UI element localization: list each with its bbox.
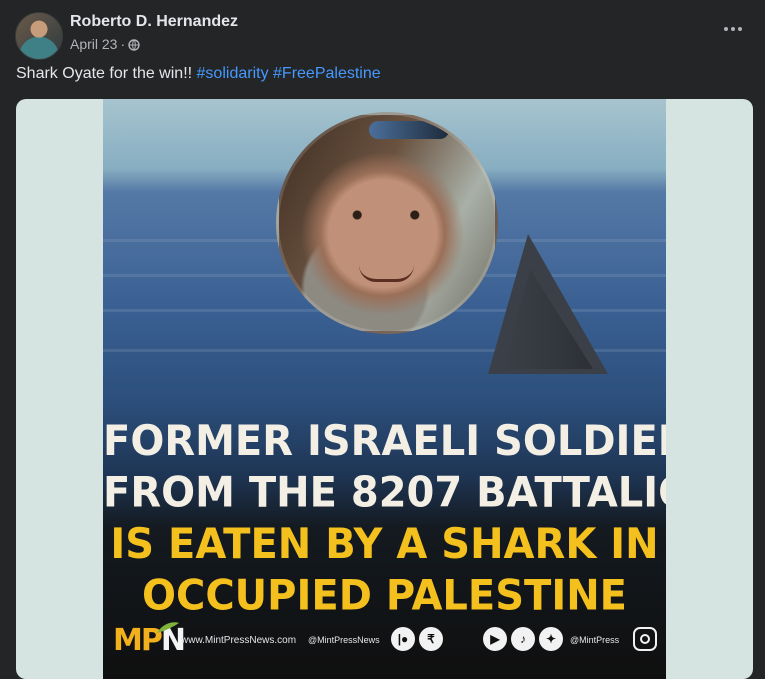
website-url: www.MintPressNews.com bbox=[181, 635, 297, 646]
post-meta: April 23 · bbox=[70, 36, 140, 52]
youtube-icon: ▶ bbox=[483, 627, 507, 651]
author-name[interactable]: Roberto D. Hernandez bbox=[70, 13, 238, 31]
image-footer: MPN www.MintPressNews.com @MintPressNews… bbox=[103, 619, 666, 679]
headline: FORMER ISRAELI SOLDIER FROM THE 8207 BAT… bbox=[103, 416, 666, 622]
sunglasses bbox=[369, 121, 449, 139]
eyes bbox=[341, 210, 431, 220]
headline-line-2: FROM THE 8207 BATTALION bbox=[103, 468, 666, 517]
twitter-icon: ✦ bbox=[539, 627, 563, 651]
leaf-icon bbox=[157, 622, 179, 633]
more-options-icon[interactable] bbox=[719, 17, 747, 41]
patreon-icon: |● bbox=[391, 627, 415, 651]
post-media-frame[interactable]: FORMER ISRAELI SOLDIER FROM THE 8207 BAT… bbox=[16, 99, 753, 679]
meta-separator: · bbox=[120, 36, 126, 52]
post-image[interactable]: FORMER ISRAELI SOLDIER FROM THE 8207 BAT… bbox=[103, 99, 666, 679]
handle-right: @MintPress bbox=[570, 635, 620, 645]
instagram-icon bbox=[633, 627, 657, 651]
globe-icon[interactable] bbox=[128, 38, 140, 51]
rupee-icon: ₹ bbox=[419, 627, 443, 651]
hashtag-freepalestine[interactable]: #FreePalestine bbox=[273, 65, 381, 82]
post-date[interactable]: April 23 bbox=[70, 36, 117, 52]
soldier-portrait bbox=[276, 112, 498, 334]
caption-text: Shark Oyate for the win!! bbox=[16, 65, 193, 82]
headline-line-3: IS EATEN BY A SHARK IN bbox=[110, 520, 659, 569]
hashtag-solidarity[interactable]: #solidarity bbox=[197, 65, 269, 82]
tiktok-icon: ♪ bbox=[511, 627, 535, 651]
smile bbox=[359, 265, 414, 282]
handle-left: @MintPressNews bbox=[308, 635, 380, 645]
mintpress-logo: MPN bbox=[113, 622, 186, 658]
author-avatar[interactable] bbox=[15, 12, 63, 60]
post-caption: Shark Oyate for the win!! #solidarity #F… bbox=[16, 65, 381, 83]
facebook-post: Roberto D. Hernandez April 23 · Shark Oy… bbox=[0, 0, 765, 679]
headline-line-1: FORMER ISRAELI SOLDIER bbox=[103, 417, 666, 466]
headline-line-4: OCCUPIED PALESTINE bbox=[141, 571, 628, 620]
